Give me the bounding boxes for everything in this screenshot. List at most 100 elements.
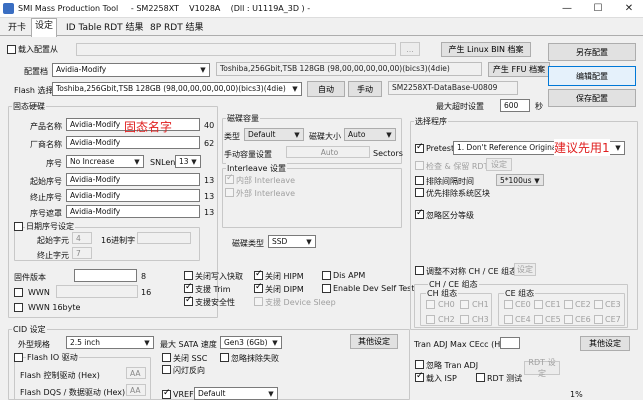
percent-label: 1% bbox=[570, 390, 583, 399]
load-settings-label: 载入配置从 bbox=[18, 45, 58, 54]
start-sn-input[interactable]: Avidia-Modify bbox=[66, 173, 200, 186]
security-checkbox[interactable] bbox=[184, 295, 193, 306]
save-as-button[interactable]: 另存配置 bbox=[548, 43, 636, 61]
minimize-icon[interactable]: — bbox=[556, 0, 578, 18]
wwn-length: 16 bbox=[141, 288, 152, 297]
edit-config-button[interactable]: 编辑配置 bbox=[548, 66, 636, 86]
load-settings-path bbox=[76, 43, 396, 56]
vendor-length: 62 bbox=[204, 139, 215, 148]
chevron-down-icon: ▼ bbox=[144, 339, 150, 347]
ignore-tran-adj-checkbox[interactable] bbox=[415, 360, 424, 369]
auto-button[interactable]: 自动 bbox=[307, 81, 345, 97]
tab-rdt-result[interactable]: RDT 结果 bbox=[100, 20, 148, 36]
sort-time-label: 排除间隔时间 bbox=[426, 177, 474, 186]
form-factor-select[interactable]: 2.5 inch ▼ bbox=[66, 336, 154, 349]
ignore-grade-checkbox[interactable] bbox=[415, 208, 424, 219]
tab-settings[interactable]: 设定 bbox=[31, 18, 58, 37]
date-sn-checkbox[interactable] bbox=[14, 222, 23, 231]
fw-version-label: 固件版本 bbox=[14, 273, 46, 282]
ignore-erase-fail-checkbox[interactable] bbox=[220, 353, 229, 362]
fw-version-input[interactable] bbox=[74, 269, 137, 282]
disk-type-select[interactable]: SSD ▼ bbox=[268, 235, 316, 248]
snlen-label: SNLen bbox=[150, 158, 176, 167]
vref-select[interactable]: Default ▼ bbox=[194, 387, 278, 400]
ce0-label: CE0 bbox=[515, 300, 531, 309]
close-icon[interactable]: ✕ bbox=[618, 0, 640, 18]
chevron-down-icon: ▼ bbox=[292, 85, 298, 93]
tab-8p-rdt-result[interactable]: 8P RDT 结果 bbox=[146, 20, 208, 36]
save-config-button[interactable]: 保存配置 bbox=[548, 89, 636, 107]
sn-mask-input[interactable]: Avidia-Modify bbox=[66, 205, 200, 218]
device-sleep-label: 支援 Device Sleep bbox=[265, 298, 336, 307]
tab-open-card[interactable]: 开卡 bbox=[4, 20, 30, 36]
ce7-checkbox bbox=[594, 315, 603, 324]
hipm-checkbox[interactable] bbox=[254, 269, 263, 280]
vref-label: VREF bbox=[173, 390, 194, 399]
flash-reverse-checkbox[interactable] bbox=[162, 365, 171, 374]
ffu-button[interactable]: 产生 FFU 档案 bbox=[488, 62, 550, 77]
hex-char-input bbox=[137, 232, 191, 244]
sort-time-select[interactable]: 5*100us ▼ bbox=[496, 174, 544, 186]
check-keep-rdt-checkbox bbox=[415, 161, 424, 170]
flash-reverse-label: 闪灯反向 bbox=[173, 366, 205, 375]
dis-apm-checkbox[interactable] bbox=[322, 271, 331, 280]
asym-ch-ce-checkbox[interactable] bbox=[415, 266, 424, 275]
prior-bad-block-label: 优先排除系统区块 bbox=[426, 189, 490, 198]
load-isp-checkbox[interactable] bbox=[415, 371, 424, 382]
ch0-label: CH0 bbox=[438, 300, 455, 309]
load-settings-checkbox[interactable] bbox=[7, 45, 16, 54]
external-interleave-label: 外部 Interleave bbox=[236, 189, 296, 198]
tran-adj-label: Tran ADJ Max CEcc (Hex) bbox=[414, 340, 513, 349]
linux-bin-button[interactable]: 产生 Linux BIN 档案 bbox=[441, 42, 531, 57]
dev-self-test-checkbox[interactable] bbox=[322, 284, 331, 293]
interleave-group-title: Interleave 设置 bbox=[226, 163, 288, 174]
end-sn-input[interactable]: Avidia-Modify bbox=[66, 189, 200, 202]
close-ssc-checkbox[interactable] bbox=[162, 353, 171, 362]
manual-button[interactable]: 手动 bbox=[348, 81, 382, 97]
external-interleave-checkbox bbox=[225, 188, 234, 197]
capacity-type-select[interactable]: Default ▼ bbox=[244, 128, 304, 141]
write-cache-checkbox[interactable] bbox=[184, 271, 193, 280]
rdt-test-checkbox[interactable] bbox=[476, 373, 485, 382]
chevron-down-icon: ▼ bbox=[268, 390, 274, 398]
snlen-select[interactable]: 13 ▼ bbox=[175, 155, 201, 168]
dipm-checkbox[interactable] bbox=[254, 282, 263, 293]
maximize-icon[interactable]: ☐ bbox=[587, 0, 609, 18]
config-select[interactable]: Avidia-Modify ▼ bbox=[52, 63, 210, 77]
vref-checkbox[interactable] bbox=[162, 388, 171, 399]
flash-select[interactable]: Toshiba,256Gbit,TSB 128GB (98,00,00,00,0… bbox=[52, 82, 302, 96]
ce2-checkbox bbox=[564, 300, 573, 309]
serial-mode-select[interactable]: No Increase ▼ bbox=[66, 155, 144, 168]
max-timeout-input[interactable]: 600 bbox=[500, 99, 530, 112]
vendor-input[interactable]: Avidia-Modify bbox=[66, 136, 200, 149]
wwn16-checkbox[interactable] bbox=[14, 303, 23, 312]
max-sata-select[interactable]: Gen3 (6Gb) ▼ bbox=[220, 336, 282, 349]
flash-io-checkbox[interactable] bbox=[14, 353, 23, 362]
wwn16-label: WWN 16byte bbox=[28, 303, 81, 312]
model-length: 40 bbox=[204, 121, 215, 130]
ch-group-title: CH 组态 bbox=[426, 288, 459, 299]
cid-other-button[interactable]: 其他设定 bbox=[350, 334, 398, 349]
disk-size-select[interactable]: Auto ▼ bbox=[344, 128, 396, 141]
test-other-button[interactable]: 其他设定 bbox=[580, 336, 630, 351]
dipm-label: 关闭 DIPM bbox=[265, 285, 304, 294]
flash-select-label: Flash 选择 bbox=[14, 86, 54, 95]
prior-bad-block-checkbox[interactable] bbox=[415, 188, 424, 197]
wwn-input bbox=[56, 285, 138, 298]
model-annotation: 固态名字 bbox=[124, 120, 173, 134]
tran-adj-input[interactable] bbox=[500, 337, 520, 349]
browse-button: ... bbox=[400, 42, 420, 56]
sort-time-value: 5*100us bbox=[500, 176, 532, 185]
pretest-checkbox[interactable] bbox=[415, 142, 424, 153]
flash-value: Toshiba,256Gbit,TSB 128GB (98,00,00,00,0… bbox=[56, 84, 286, 93]
security-label: 支援安全性 bbox=[195, 298, 235, 307]
end-char-input: 7 bbox=[72, 247, 92, 259]
dis-apm-label: Dis APM bbox=[333, 271, 366, 280]
device-sleep-checkbox bbox=[254, 297, 263, 306]
trim-checkbox[interactable] bbox=[184, 282, 193, 293]
sort-time-checkbox[interactable] bbox=[415, 176, 424, 185]
capacity-type-label: 类型 bbox=[224, 132, 240, 141]
wwn-checkbox[interactable] bbox=[14, 288, 23, 297]
end-sn-length: 13 bbox=[204, 192, 215, 201]
end-char-label: 终止字元 bbox=[37, 251, 69, 260]
